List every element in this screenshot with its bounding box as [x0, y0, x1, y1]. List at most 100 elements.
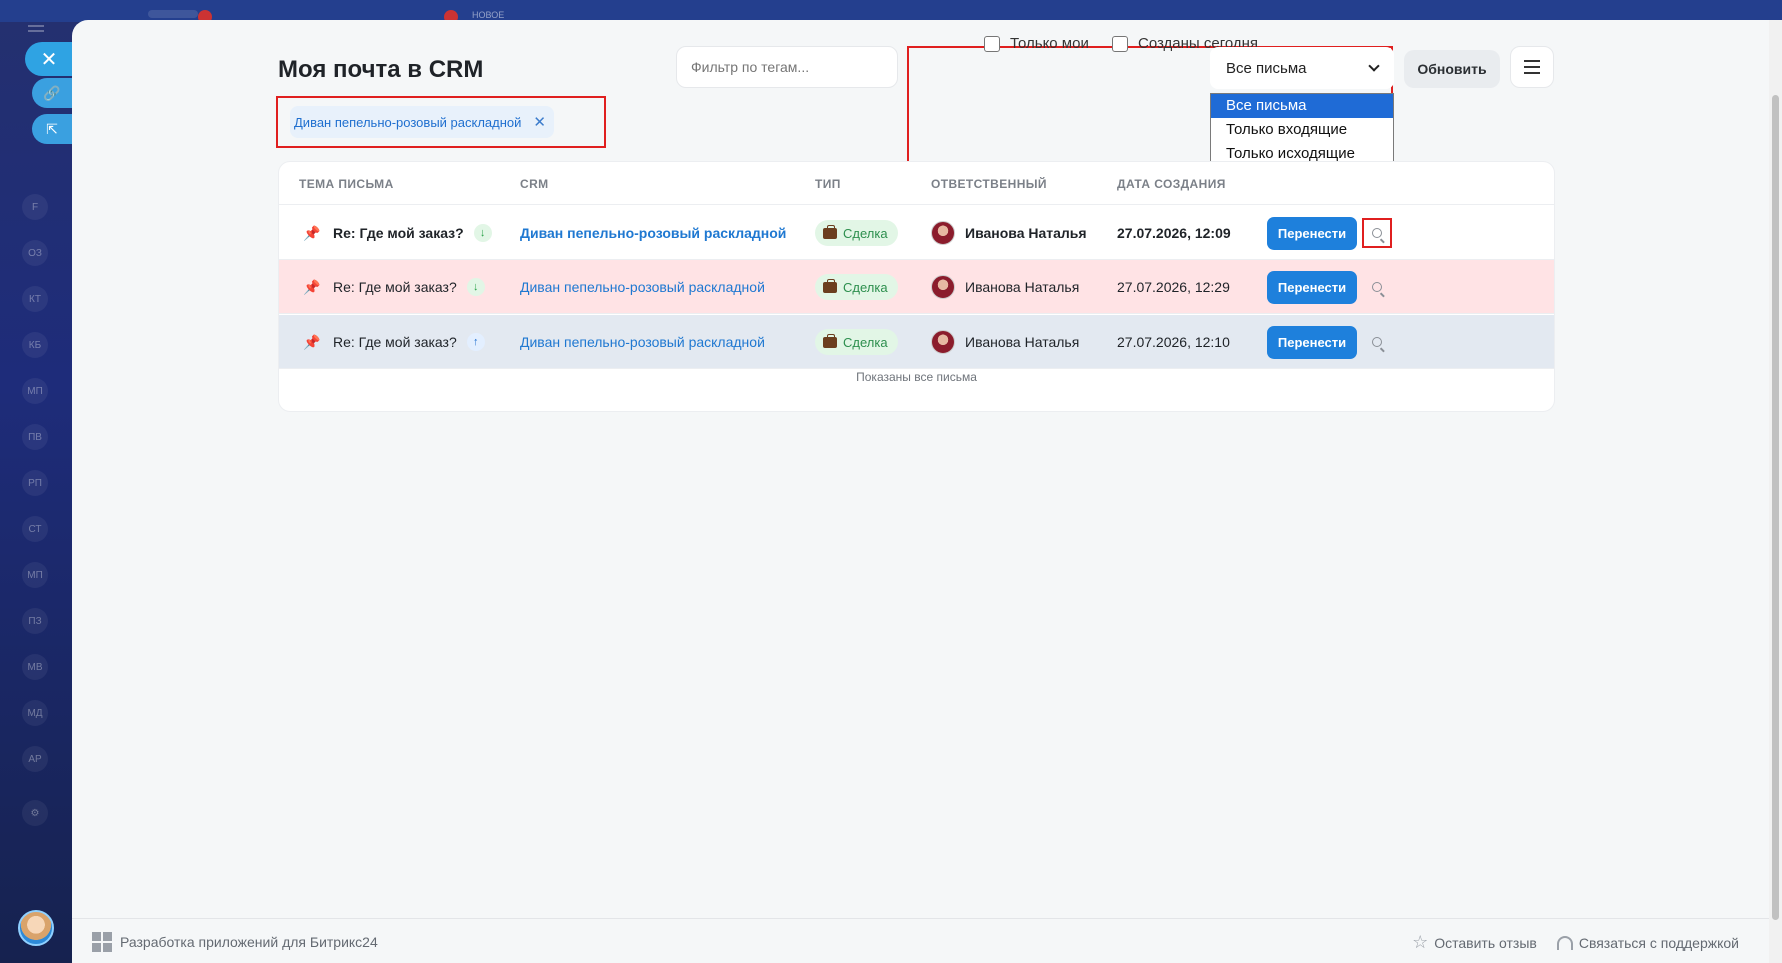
user-avatar: [931, 275, 955, 299]
rail-item[interactable]: АР: [22, 746, 48, 772]
star-icon: ☆: [1412, 932, 1429, 952]
rail-item[interactable]: МВ: [22, 654, 48, 680]
close-slider-button[interactable]: ✕: [25, 42, 73, 76]
row-subject[interactable]: Re: Где мой заказ? ↓: [333, 206, 492, 260]
rail-item[interactable]: ПЗ: [22, 608, 48, 634]
row-subject[interactable]: Re: Где мой заказ? ↑: [333, 315, 485, 369]
crm-link[interactable]: Диван пепельно-розовый раскладной: [520, 315, 765, 369]
move-cell: Перенести: [1267, 206, 1357, 260]
table-row[interactable]: 📌 Re: Где мой заказ? ↓ Диван пепельно-ро…: [279, 206, 1554, 260]
crm-link[interactable]: Диван пепельно-розовый раскладной: [520, 206, 786, 260]
support-label: Связаться с поддержкой: [1578, 934, 1739, 951]
rail-item[interactable]: ОЗ: [22, 240, 48, 266]
subject-text[interactable]: Re: Где мой заказ?: [333, 225, 464, 241]
row-subject[interactable]: Re: Где мой заказ? ↓: [333, 260, 485, 314]
move-button[interactable]: Перенести: [1267, 216, 1357, 250]
col-created-header[interactable]: ДАТА СОЗДАНИЯ: [1117, 177, 1226, 191]
tag-filter-input[interactable]: [676, 46, 898, 88]
col-responsible-header[interactable]: ОТВЕТСТВЕННЫЙ: [931, 177, 1047, 191]
type-cell: Сделка: [815, 315, 898, 369]
col-subject-header[interactable]: ТЕМА ПИСЬМА: [299, 177, 394, 191]
crm-link[interactable]: Диван пепельно-розовый раскладной: [520, 260, 765, 314]
app-label: Разработка приложений для Битрикс24: [120, 934, 378, 950]
feedback-link[interactable]: ☆ Оставить отзыв: [1412, 932, 1537, 953]
type-cell: Сделка: [815, 260, 898, 314]
table-footer-note: Показаны все письма: [856, 370, 977, 384]
settings-icon[interactable]: ⚙: [22, 800, 48, 826]
created-date: 27.07.2026, 12:09: [1117, 225, 1231, 241]
mail-type-select[interactable]: Все письма: [1210, 47, 1394, 89]
search-button[interactable]: [1362, 218, 1392, 248]
bottom-bar: Разработка приложений для Битрикс24 ☆ Ос…: [72, 918, 1769, 963]
hamburger-icon: [1524, 66, 1540, 68]
pin-icon[interactable]: 📌: [303, 260, 320, 314]
search-cell: [1362, 315, 1392, 369]
rail-item[interactable]: F: [22, 194, 48, 220]
rail-item[interactable]: КБ: [22, 332, 48, 358]
rail-item[interactable]: МП: [22, 562, 48, 588]
open-new-window-button[interactable]: ⇱: [32, 114, 72, 144]
app-info[interactable]: Разработка приложений для Битрикс24: [92, 932, 378, 952]
pin-icon[interactable]: 📌: [303, 206, 320, 260]
support-link[interactable]: Связаться с поддержкой: [1556, 934, 1739, 951]
search-button[interactable]: [1362, 327, 1392, 357]
responsible-cell[interactable]: Иванова Наталья: [931, 260, 1079, 314]
type-label: Сделка: [843, 279, 888, 295]
responsible-name: Иванова Наталья: [965, 279, 1080, 295]
refresh-button[interactable]: Обновить: [1404, 50, 1500, 88]
mail-type-selected: Все письма: [1226, 59, 1307, 77]
top-tab-ghost: [148, 10, 198, 18]
briefcase-icon: [823, 333, 837, 348]
rail-item[interactable]: МД: [22, 700, 48, 726]
rail-item[interactable]: ПВ: [22, 424, 48, 450]
rail-item[interactable]: СТ: [22, 516, 48, 542]
remove-tag-icon[interactable]: ✕: [533, 113, 546, 131]
rail-item[interactable]: МП: [22, 378, 48, 404]
responsible-cell[interactable]: Иванова Наталья: [931, 206, 1087, 260]
copy-link-button[interactable]: 🔗: [32, 78, 72, 108]
search-icon: [1372, 282, 1382, 292]
created-date: 27.07.2026, 12:29: [1117, 279, 1230, 295]
only-mine-filter[interactable]: Только мои: [984, 35, 1089, 52]
mail-type-dropdown: Все письма Только входящие Только исходя…: [1210, 93, 1394, 169]
only-mine-checkbox[interactable]: [984, 35, 1000, 52]
table-header: ТЕМА ПИСЬМА CRM ТИП ОТВЕТСТВЕННЫЙ ДАТА С…: [279, 162, 1554, 205]
scrollbar-thumb[interactable]: [1772, 95, 1779, 920]
move-button[interactable]: Перенести: [1267, 325, 1357, 359]
external-link-icon: ⇱: [46, 120, 58, 137]
outgoing-arrow-icon: ↑: [466, 333, 485, 351]
created-today-checkbox[interactable]: [1112, 35, 1128, 52]
move-button[interactable]: Перенести: [1267, 270, 1357, 304]
pin-icon[interactable]: 📌: [303, 315, 320, 369]
subject-text[interactable]: Re: Где мой заказ?: [333, 279, 457, 295]
mail-table: ТЕМА ПИСЬМА CRM ТИП ОТВЕТСТВЕННЫЙ ДАТА С…: [278, 161, 1555, 412]
menu-icon[interactable]: [28, 30, 44, 32]
incoming-arrow-icon: ↓: [473, 224, 492, 242]
page-title: Моя почта в CRM: [278, 56, 484, 83]
user-avatar[interactable]: [18, 910, 54, 946]
subject-text[interactable]: Re: Где мой заказ?: [333, 334, 457, 350]
mail-type-option[interactable]: Только входящие: [1211, 118, 1393, 142]
created-date: 27.07.2026, 12:10: [1117, 334, 1230, 350]
search-button[interactable]: [1362, 272, 1392, 302]
col-crm-header[interactable]: CRM: [520, 177, 549, 191]
responsible-cell[interactable]: Иванова Наталья: [931, 315, 1079, 369]
top-tab-new-label: НОВОЕ: [472, 10, 505, 20]
user-avatar: [931, 221, 955, 245]
active-tag-chip: Диван пепельно-розовый раскладной ✕: [290, 106, 554, 138]
rail-item[interactable]: КТ: [22, 286, 48, 312]
col-type-header[interactable]: ТИП: [815, 177, 841, 191]
top-strip: НОВОЕ: [0, 0, 1782, 24]
type-badge: Сделка: [815, 274, 898, 300]
active-tag-highlight: Диван пепельно-розовый раскладной ✕: [276, 96, 606, 148]
link-icon: 🔗: [43, 84, 61, 101]
table-row[interactable]: 📌 Re: Где мой заказ? ↑ Диван пепельно-ро…: [279, 315, 1554, 369]
user-avatar: [931, 330, 955, 354]
table-row[interactable]: 📌 Re: Где мой заказ? ↓ Диван пепельно-ро…: [279, 260, 1554, 314]
apps-grid-icon: [92, 932, 112, 952]
incoming-arrow-icon: ↓: [466, 278, 485, 296]
mail-type-option[interactable]: Все письма: [1211, 94, 1393, 118]
rail-item[interactable]: РП: [22, 470, 48, 496]
more-menu-button[interactable]: [1510, 46, 1554, 88]
headset-icon: [1556, 935, 1573, 950]
